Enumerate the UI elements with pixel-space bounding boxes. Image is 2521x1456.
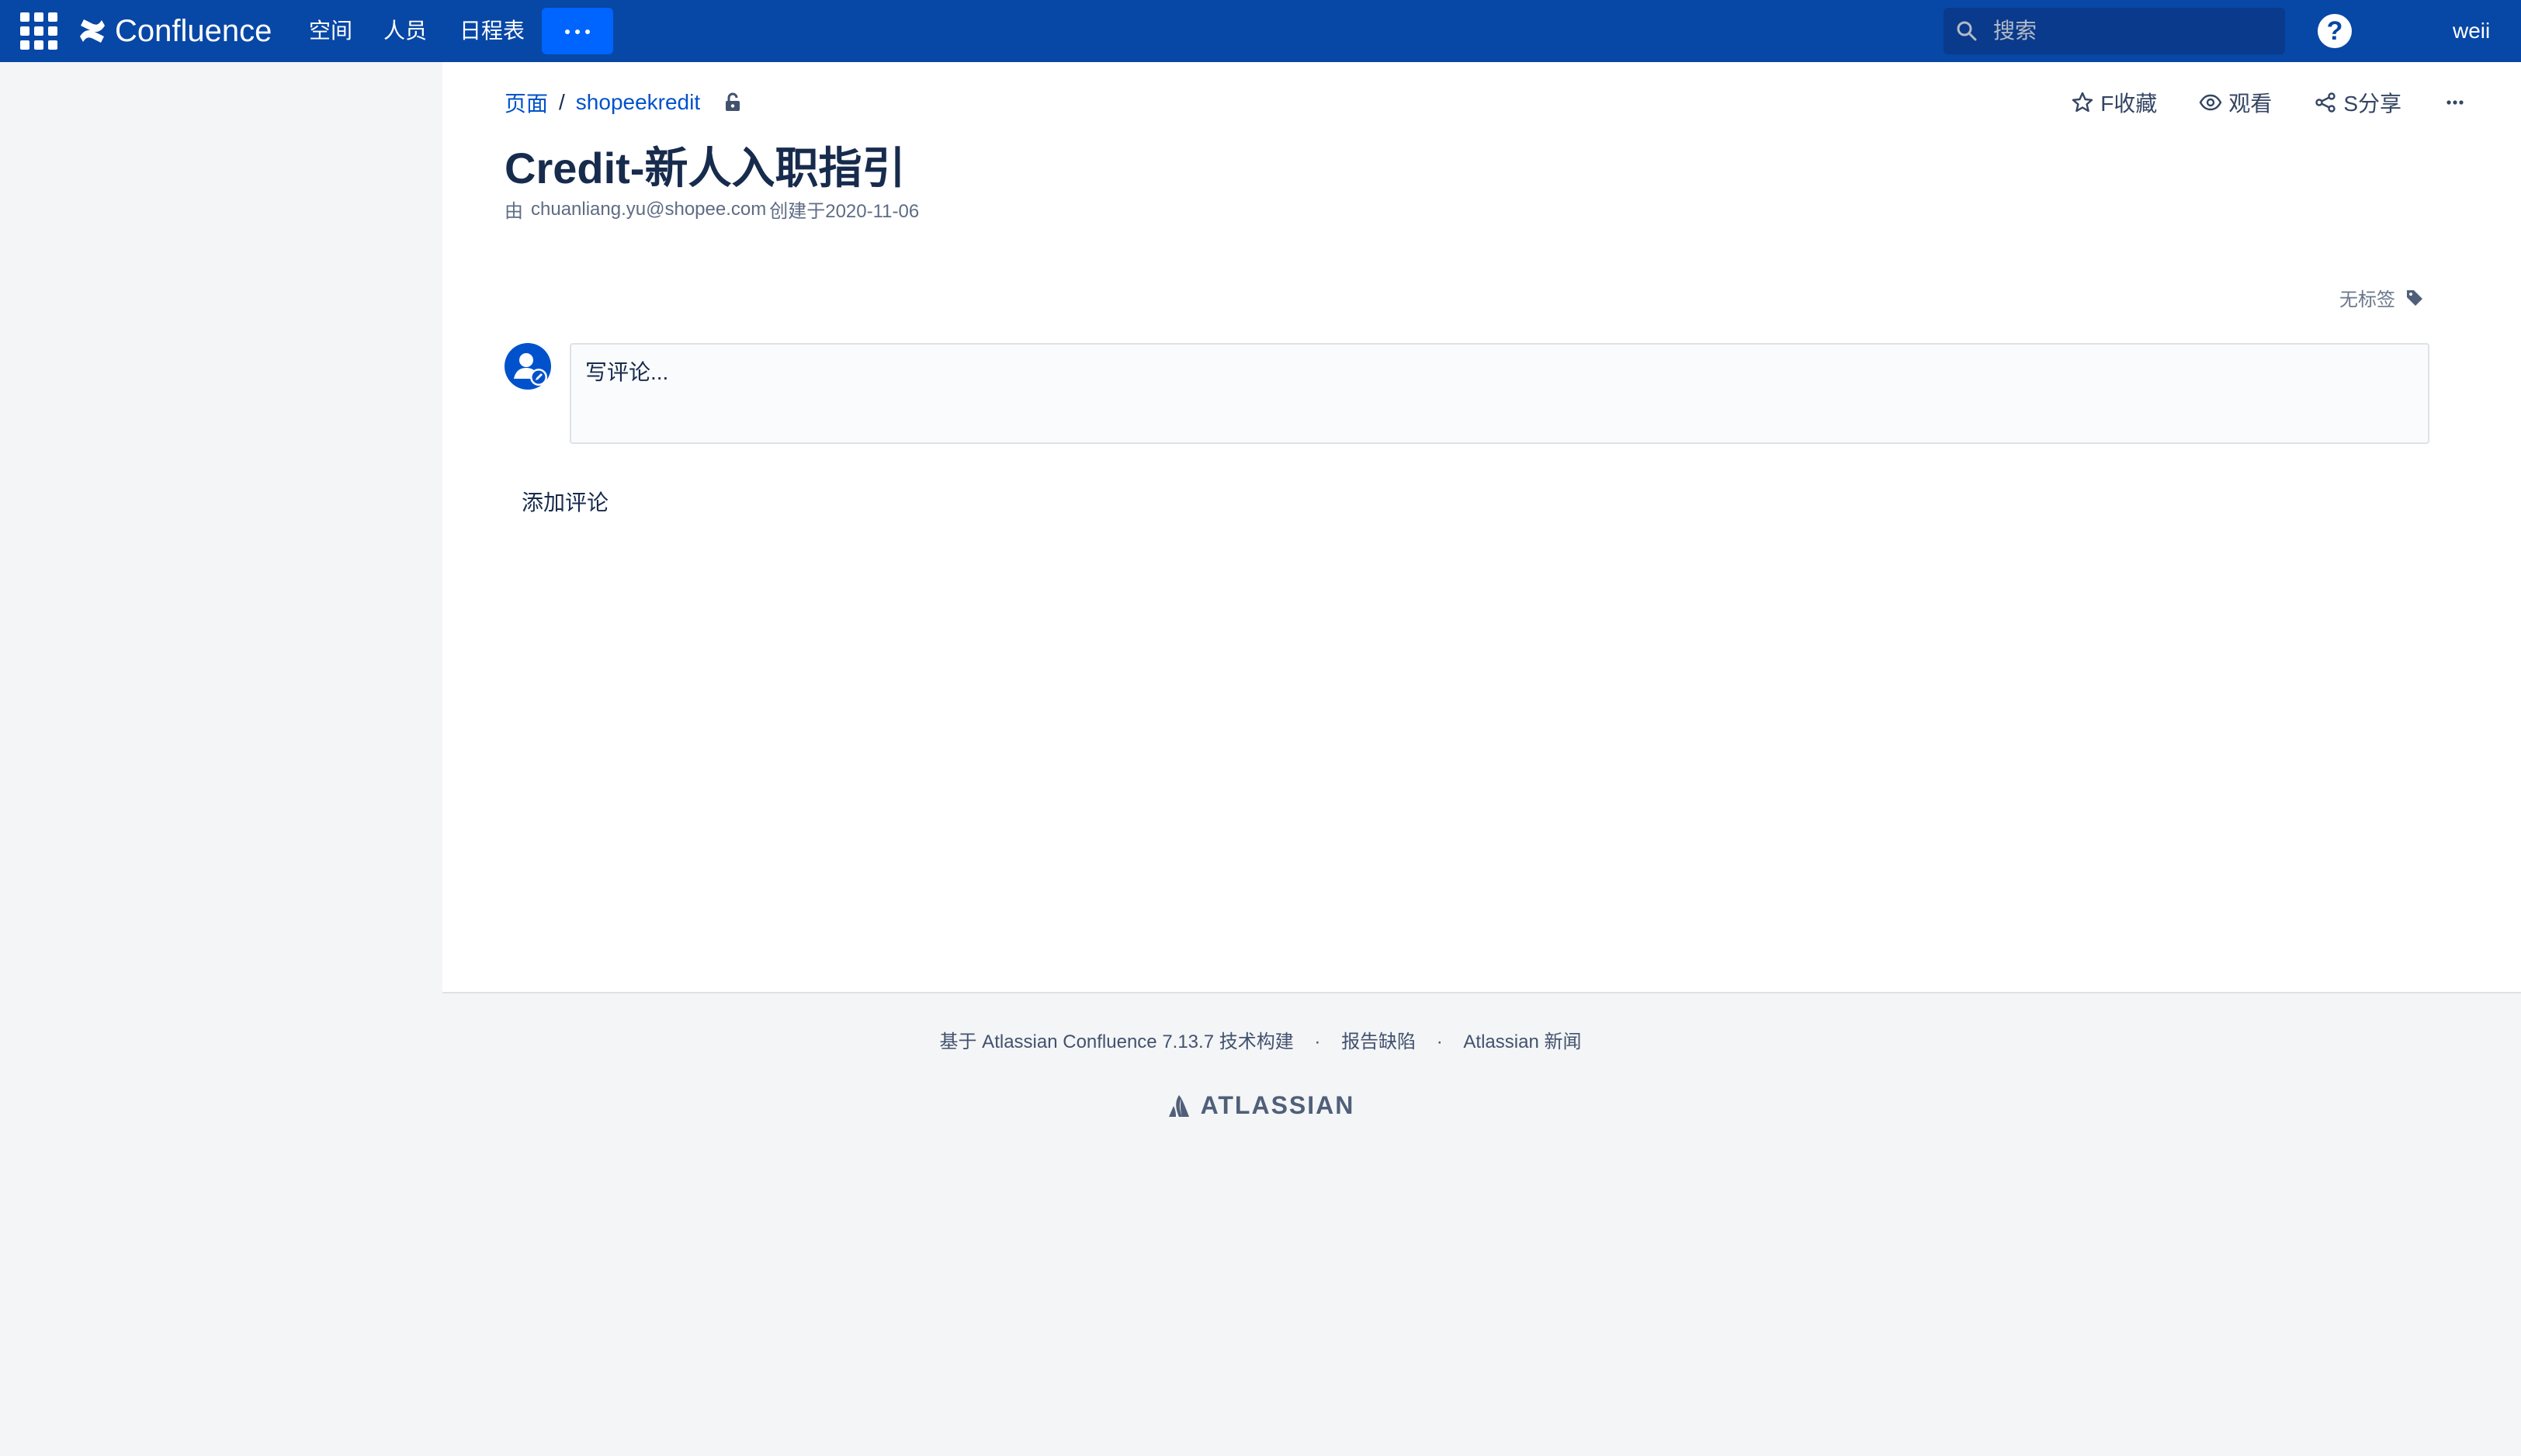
atlassian-wordmark: ATLASSIAN xyxy=(1200,1091,1355,1119)
eye-icon xyxy=(2199,94,2222,111)
more-menu-button[interactable] xyxy=(542,8,613,54)
more-actions-button[interactable] xyxy=(2443,91,2467,114)
share-icon xyxy=(2315,92,2336,113)
user-avatar-icon xyxy=(505,343,551,390)
author-link[interactable]: chuanliang.yu@shopee.com xyxy=(531,199,766,220)
app-switcher-icon[interactable] xyxy=(20,12,59,50)
unlocked-icon[interactable] xyxy=(722,92,744,113)
footer-separator: · xyxy=(1314,1031,1321,1052)
report-bug-link[interactable]: 报告缺陷 xyxy=(1341,1031,1416,1052)
share-button[interactable]: S分享 xyxy=(2314,87,2401,118)
main-content: 页面 / shopeekredit F收藏 观看 S分享 Credit-新人入职… xyxy=(442,62,2521,993)
search-icon xyxy=(1957,21,1977,41)
confluence-logo[interactable]: Confluence xyxy=(78,9,272,53)
page-byline: 由 chuanliang.yu@shopee.com 创建于2020-11-06 xyxy=(505,196,919,223)
comment-input[interactable]: 写评论... xyxy=(570,343,2429,444)
share-label: S分享 xyxy=(2343,92,2401,116)
breadcrumb-space-link[interactable]: shopeekredit xyxy=(576,90,700,115)
product-name: Confluence xyxy=(115,13,272,48)
byline-prefix: 由 xyxy=(505,201,523,222)
search-placeholder: 搜索 xyxy=(1993,19,2037,43)
nav-people[interactable]: 人员 xyxy=(383,14,427,48)
atlassian-logo[interactable]: ATLASSIAN xyxy=(0,1091,2521,1120)
add-comment-link[interactable]: 添加评论 xyxy=(522,486,609,517)
top-navigation-bar: Confluence 空间 人员 日程表 搜索 ? weii xyxy=(0,0,2521,62)
sidebar xyxy=(0,62,442,993)
no-labels-text: 无标签 xyxy=(2339,289,2395,310)
search-input[interactable]: 搜索 xyxy=(1944,8,2285,54)
atlassian-logo-icon xyxy=(1168,1094,1189,1117)
watch-button[interactable]: 观看 xyxy=(2199,87,2272,118)
footer-separator: · xyxy=(1436,1031,1443,1052)
favorite-label: F收藏 xyxy=(2100,92,2158,116)
more-horizontal-icon xyxy=(2446,100,2464,105)
star-icon xyxy=(2072,92,2093,113)
nav-spaces[interactable]: 空间 xyxy=(309,14,352,48)
labels-section[interactable]: 无标签 xyxy=(2339,284,2425,311)
atlassian-news-link[interactable]: Atlassian 新闻 xyxy=(1463,1031,1581,1052)
favorite-button[interactable]: F收藏 xyxy=(2071,87,2157,118)
confluence-logo-icon xyxy=(80,19,105,43)
watch-label: 观看 xyxy=(2228,92,2273,116)
breadcrumb: 页面 / shopeekredit xyxy=(505,87,744,118)
page-title: Credit-新人入职指引 xyxy=(505,144,906,192)
help-icon[interactable]: ? xyxy=(2318,14,2352,48)
comment-placeholder: 写评论... xyxy=(585,360,669,384)
breadcrumb-separator: / xyxy=(559,90,565,114)
footer-links: 基于 Atlassian Confluence 7.13.7 技术构建 · 报告… xyxy=(0,1026,2521,1053)
user-menu[interactable]: weii xyxy=(2453,14,2490,48)
tag-icon[interactable] xyxy=(2405,288,2425,308)
created-date: 创建于2020-11-06 xyxy=(769,201,920,222)
breadcrumb-pages-link[interactable]: 页面 xyxy=(505,87,548,118)
page-actions: F收藏 观看 S分享 xyxy=(2029,85,2467,120)
nav-calendar[interactable]: 日程表 xyxy=(459,14,525,48)
powered-by-link[interactable]: 基于 Atlassian Confluence 7.13.7 技术构建 xyxy=(940,1031,1294,1052)
